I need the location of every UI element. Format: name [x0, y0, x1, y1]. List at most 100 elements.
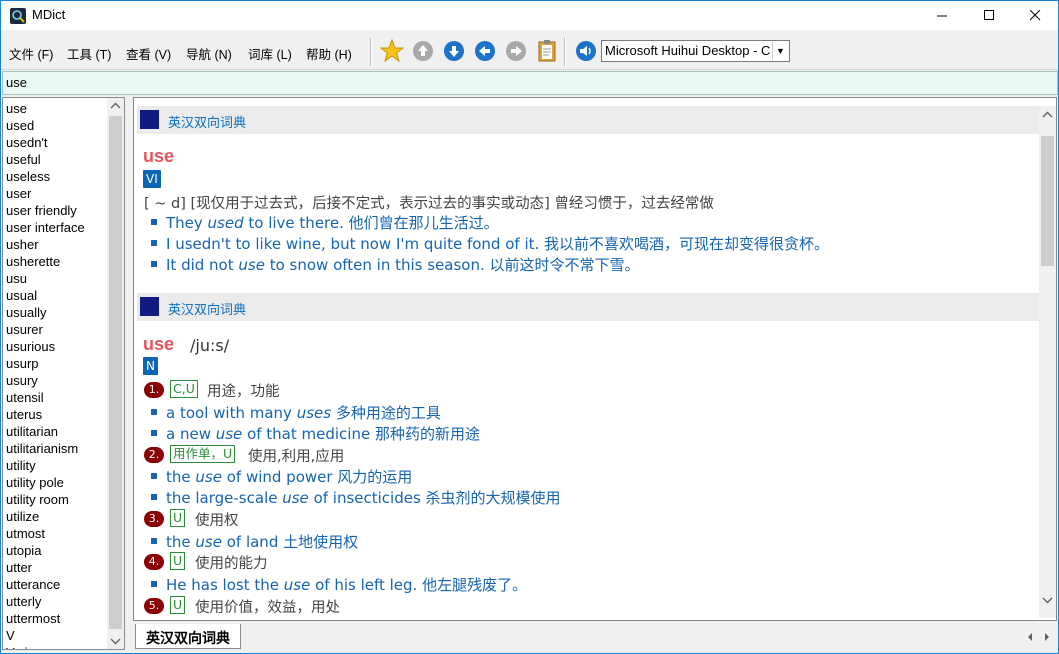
word-list-item[interactable]: user: [6, 186, 31, 203]
scroll-down-icon[interactable]: [110, 637, 121, 645]
word-list-item[interactable]: usherette: [6, 254, 60, 271]
word-list-item[interactable]: utmost: [6, 526, 45, 543]
word-list-item[interactable]: utterance: [6, 577, 60, 594]
menu-file[interactable]: 文件 (F): [9, 44, 53, 63]
example-bullet: [151, 261, 157, 267]
word-list-item[interactable]: utter: [6, 560, 32, 577]
sense-number: 3.: [144, 511, 164, 527]
maximize-button[interactable]: [966, 1, 1012, 30]
example-sentence: It did not use to snow often in this sea…: [166, 256, 640, 274]
word-list-item[interactable]: V-sign: [6, 645, 42, 649]
word-list-item[interactable]: usually: [6, 305, 46, 322]
sense-number: 4.: [144, 554, 164, 570]
menu-toolbar: 文件 (F) 工具 (T) 查看 (V) 导航 (N) 词库 (L) 帮助 (H…: [1, 32, 1058, 70]
headword: use: [143, 146, 175, 166]
sense-number: 2.: [144, 447, 164, 463]
speaker-icon[interactable]: [574, 39, 598, 63]
word-list-item[interactable]: utility room: [6, 492, 69, 509]
word-list-item[interactable]: utilize: [6, 509, 39, 526]
word-list[interactable]: use used usedn't useful useless user user frie…: [2, 97, 125, 650]
voice-select-value: Microsoft Huihui Desktop - C: [605, 43, 771, 58]
example-bullet: [151, 473, 157, 479]
word-list-item[interactable]: usurp: [6, 356, 39, 373]
word-list-item[interactable]: utensil: [6, 390, 44, 407]
tab-dictionary[interactable]: 英汉双向词典: [135, 624, 241, 649]
word-list-item[interactable]: user interface: [6, 220, 85, 237]
word-list-scroll-thumb[interactable]: [109, 116, 122, 629]
favorite-star-icon[interactable]: [380, 39, 404, 63]
up-arrow-icon[interactable]: [411, 39, 435, 63]
tab-right-icon[interactable]: [1043, 632, 1051, 642]
down-arrow-icon[interactable]: [442, 39, 466, 63]
word-list-item[interactable]: utilitarianism: [6, 441, 78, 458]
sense-definition: 使用的能力: [195, 556, 268, 572]
example-sentence: I usedn't to like wine, but now I'm quit…: [166, 235, 830, 253]
chevron-down-icon[interactable]: ▼: [772, 42, 788, 60]
clipboard-icon[interactable]: [535, 39, 559, 63]
word-list-item[interactable]: usury: [6, 373, 38, 390]
toolbar-separator: [370, 38, 372, 66]
search-bar[interactable]: use: [2, 71, 1058, 95]
close-button[interactable]: [1012, 1, 1058, 30]
word-list-item[interactable]: use: [6, 101, 27, 118]
word-list-item[interactable]: used: [6, 118, 34, 135]
example-sentence: a new use of that medicine 那种药的新用途: [166, 425, 480, 443]
scroll-up-icon[interactable]: [110, 102, 121, 110]
dictionary-header: 英汉双向词典: [137, 106, 1039, 134]
close-icon: [1029, 10, 1040, 21]
example-sentence: They used to live there. 他们曾在那儿生活过。: [166, 214, 499, 232]
dictionary-tab-bar: 英汉双向词典: [133, 624, 1057, 650]
example-bullet: [151, 240, 157, 246]
word-list-item[interactable]: uterus: [6, 407, 42, 424]
scroll-up-icon[interactable]: [1042, 111, 1053, 119]
menu-help[interactable]: 帮助 (H): [306, 44, 352, 63]
grammar-badge: C,U: [170, 380, 198, 398]
phonetic: /ju:s/: [190, 336, 230, 355]
word-list-scrollbar[interactable]: [107, 98, 124, 649]
window-title: MDict: [32, 7, 66, 22]
menu-view[interactable]: 查看 (V): [126, 44, 171, 63]
menu-tools[interactable]: 工具 (T): [67, 44, 111, 63]
scroll-down-icon[interactable]: [1042, 596, 1053, 604]
definition-text: [ ~ d] [现仅用于过去式，后接不定式，表示过去的事实或动态] 曾经习惯于，…: [144, 196, 714, 212]
example-sentence: He has lost the use of his left leg. 他左腿…: [166, 576, 528, 594]
word-list-item[interactable]: utility: [6, 458, 36, 475]
word-list-item[interactable]: usedn't: [6, 135, 48, 152]
toolbar-separator: [564, 38, 566, 66]
minimize-button[interactable]: [919, 1, 965, 30]
menu-library[interactable]: 词库 (L): [248, 44, 292, 63]
example-bullet: [151, 494, 157, 500]
definition-scrollbar[interactable]: [1039, 106, 1056, 618]
tab-left-icon[interactable]: [1026, 632, 1034, 642]
voice-select[interactable]: Microsoft Huihui Desktop - C ▼: [601, 40, 790, 62]
mdict-window: MDict 文件 (F) 工具 (T) 查看 (V) 导航 (N) 词库 (L)…: [0, 0, 1059, 654]
example-bullet: [151, 219, 157, 225]
word-list-item[interactable]: usual: [6, 288, 37, 305]
example-sentence: the large-scale use of insecticides 杀虫剂的…: [166, 489, 561, 507]
minimize-icon: [936, 15, 947, 17]
dictionary-icon: [140, 297, 159, 316]
word-list-item[interactable]: user friendly: [6, 203, 77, 220]
dictionary-name: 英汉双向词典: [168, 116, 247, 131]
word-list-item[interactable]: V: [6, 628, 15, 645]
word-list-item[interactable]: usher: [6, 237, 39, 254]
example-bullet: [151, 409, 157, 415]
word-list-item[interactable]: usurious: [6, 339, 55, 356]
word-list-item[interactable]: utilitarian: [6, 424, 58, 441]
pos-badge: N: [143, 357, 158, 375]
grammar-badge: U: [170, 596, 186, 614]
back-arrow-icon[interactable]: [473, 39, 497, 63]
example-sentence: the use of wind power 风力的运用: [166, 468, 413, 486]
word-list-item[interactable]: useless: [6, 169, 50, 186]
word-list-item[interactable]: utopia: [6, 543, 41, 560]
search-input[interactable]: use: [6, 75, 27, 90]
word-list-item[interactable]: utility pole: [6, 475, 64, 492]
word-list-item[interactable]: uttermost: [6, 611, 60, 628]
word-list-item[interactable]: usurer: [6, 322, 43, 339]
word-list-item[interactable]: useful: [6, 152, 41, 169]
word-list-item[interactable]: usu: [6, 271, 27, 288]
word-list-item[interactable]: utterly: [6, 594, 41, 611]
definition-scroll-thumb[interactable]: [1041, 136, 1054, 266]
menu-navigate[interactable]: 导航 (N): [186, 44, 232, 63]
forward-arrow-icon[interactable]: [504, 39, 528, 63]
